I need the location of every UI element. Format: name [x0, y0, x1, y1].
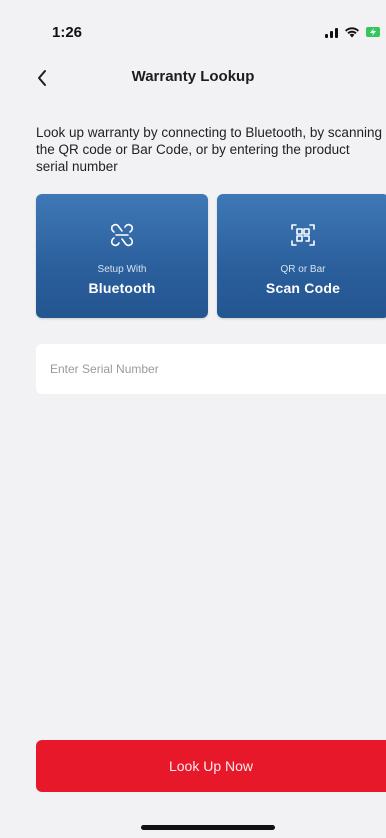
scan-code-icon	[291, 224, 315, 246]
battery-charging-icon	[366, 26, 380, 38]
signal-icon	[325, 27, 338, 38]
page-title: Warranty Lookup	[131, 68, 255, 85]
app-screen: 1:26 Warranty Lookup Look up warranty by…	[0, 0, 386, 838]
tile-label: Scan Code	[265, 280, 341, 296]
serial-number-field	[36, 344, 386, 394]
tile-label: Bluetooth	[88, 280, 156, 296]
instructions-text: Look up warranty by connecting to Blueto…	[36, 125, 382, 174]
status-bar: 1:26	[0, 0, 386, 56]
tile-subtitle: Setup With	[97, 264, 147, 275]
tile-subtitle: QR or Bar	[280, 264, 326, 275]
wifi-icon	[344, 26, 360, 38]
status-icons	[325, 26, 380, 38]
home-indicator	[141, 825, 275, 830]
look-up-now-button[interactable]: Look Up Now	[36, 740, 386, 792]
lookup-options: Setup With Bluetooth QR or Bar Scan Code	[36, 194, 386, 318]
setup-bluetooth-button[interactable]: Setup With Bluetooth	[36, 194, 208, 318]
serial-number-input[interactable]	[36, 344, 386, 394]
scan-code-button[interactable]: QR or Bar Scan Code	[217, 194, 386, 318]
nav-header: Warranty Lookup	[0, 56, 386, 100]
bluetooth-pairing-icon	[110, 223, 134, 247]
status-time: 1:26	[52, 24, 83, 41]
